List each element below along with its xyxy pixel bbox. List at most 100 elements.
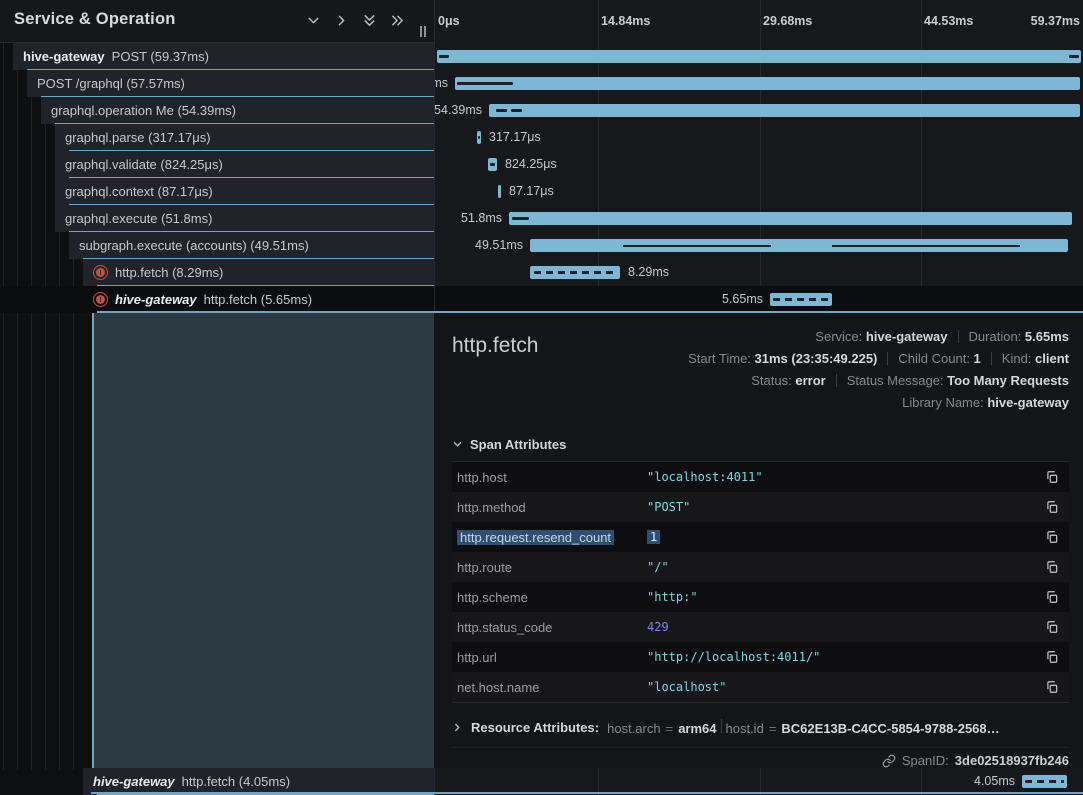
span-bar[interactable] [1022,775,1067,788]
chevron-down-icon[interactable] [69,240,71,252]
span-row[interactable]: graphql.parse (317.17μs) [55,124,434,151]
ruler-tick: 29.68ms [763,0,812,42]
meta-value: hive-gateway [866,329,948,344]
span-bar-mark [439,55,449,58]
panel-resize-handle[interactable] [420,25,430,38]
chevron-right-icon[interactable] [83,267,85,279]
copy-icon[interactable] [1041,676,1063,698]
tree-header: Service & Operation [0,0,434,43]
timeline-row[interactable]: 317.17μs [435,124,1083,151]
expand-one-icon[interactable] [333,12,350,29]
timeline-row[interactable] [435,43,1083,70]
attribute-value: "POST" [647,500,1041,514]
collapse-all-icon[interactable] [361,12,378,29]
span-bar-mark [490,163,495,166]
meta-label: Status Message: [847,373,947,388]
copy-icon[interactable] [1041,556,1063,578]
meta-label: Library Name: [902,395,987,410]
attribute-key: http.url [457,650,647,665]
span-row[interactable]: POST /graphql (57.57ms) [27,70,434,97]
span-bar[interactable] [498,185,501,198]
attribute-key: http.host [457,470,647,485]
link-icon[interactable] [882,754,896,768]
attribute-key: http.method [457,500,647,515]
copy-icon[interactable] [1041,466,1063,488]
span-attributes-table: http.host"localhost:4011" http.method"POS… [452,461,1069,703]
span-bar[interactable] [530,266,620,279]
timeline-row[interactable]: 54.39ms [435,97,1083,124]
span-bar[interactable] [770,293,832,306]
copy-icon[interactable] [1041,616,1063,638]
timeline-row[interactable]: 5.65ms [435,286,1083,313]
span-bar-mark [512,217,529,220]
span-bar[interactable] [489,104,1080,117]
span-service-name: hive-gateway [23,49,105,64]
attribute-key: http.route [457,560,647,575]
span-bar[interactable] [455,77,1080,90]
ruler-tick: 0μs [438,0,460,42]
chevron-down-icon[interactable] [27,78,29,90]
span-bar-mark [457,82,513,85]
chevron-right-icon[interactable] [83,294,85,306]
span-attributes-title: Span Attributes [470,437,566,452]
timeline-row[interactable]: 51.8ms [435,205,1083,232]
collapse-one-icon[interactable] [305,12,322,29]
span-label: graphql.operation Me (54.39ms) [51,103,236,118]
span-bar-mark [773,298,829,301]
span-bar[interactable] [477,131,481,144]
copy-icon[interactable] [1041,646,1063,668]
resource-attributes-row[interactable]: Resource Attributes: host.arch=arm64host… [452,714,1069,740]
attribute-row: http.route"/" [452,552,1069,582]
span-duration-label: 54.39ms [435,97,482,124]
span-duration-label: 5.65ms [722,286,763,313]
chevron-down-icon[interactable] [13,51,15,63]
timeline-row[interactable]: 87.17μs [435,178,1083,205]
timeline-row[interactable]: 824.25μs [435,151,1083,178]
timeline-row[interactable]: 49.51ms [435,232,1083,259]
meta-label: Duration: [969,329,1025,344]
copy-icon[interactable] [1041,526,1063,548]
span-row[interactable]: hive-gatewayhttp.fetch (4.05ms) [83,768,434,795]
chevron-right-icon[interactable] [83,776,85,788]
span-row[interactable]: graphql.context (87.17μs) [55,178,434,205]
timeline-row[interactable]: 8.29ms [435,259,1083,286]
span-meta-line: Start Time: 31ms (23:35:49.225)Child Cou… [688,348,1069,370]
copy-icon[interactable] [1041,586,1063,608]
span-row[interactable]: graphql.operation Me (54.39ms) [41,97,434,124]
attribute-key: net.host.name [457,680,647,695]
trace-viewer: Service & Operation hive-gatewayPOST (59… [0,0,1083,795]
span-duration-label: 51.8ms [461,205,502,232]
span-bar[interactable] [488,158,497,171]
expand-all-icon[interactable] [389,12,406,29]
copy-icon[interactable] [1041,496,1063,518]
span-meta-line: Status: errorStatus Message: Too Many Re… [688,370,1069,392]
span-bar-mark [832,245,1020,247]
span-row[interactable]: subgraph.execute (accounts) (49.51ms) [69,232,434,259]
span-bar[interactable] [509,212,1072,225]
span-row[interactable]: !http.fetch (8.29ms) [83,259,434,286]
attribute-value: "localhost:4011" [647,470,1041,484]
chevron-down-icon[interactable] [41,105,43,117]
span-bar[interactable] [437,50,1081,63]
span-row[interactable]: graphql.execute (51.8ms) [55,205,434,232]
attribute-row: http.url"http://localhost:4011/" [452,642,1069,672]
span-meta-line: Library Name: hive-gateway [688,392,1069,414]
span-meta-line: Service: hive-gatewayDuration: 5.65ms [688,326,1069,348]
span-bar[interactable] [530,239,1068,252]
indent-guide [31,43,32,770]
span-attributes-section-header[interactable]: Span Attributes [452,437,1069,452]
span-bar-mark [623,245,771,247]
attribute-row: http.method"POST" [452,492,1069,522]
span-duration-label: 824.25μs [505,151,557,178]
chevron-down-icon[interactable] [55,213,57,225]
meta-label: Service: [815,329,866,344]
attribute-value: "/" [647,560,1041,574]
meta-label: Child Count: [898,351,973,366]
span-label: graphql.validate (824.25μs) [65,157,223,172]
span-row[interactable]: graphql.validate (824.25μs) [55,151,434,178]
span-row[interactable]: !hive-gatewayhttp.fetch (5.65ms) [83,286,434,313]
span-row[interactable]: hive-gatewayPOST (59.37ms) [13,43,434,70]
timeline-row[interactable]: 57.57ms [435,70,1083,97]
indent-guide [17,43,18,770]
tree-header-actions [305,12,406,29]
